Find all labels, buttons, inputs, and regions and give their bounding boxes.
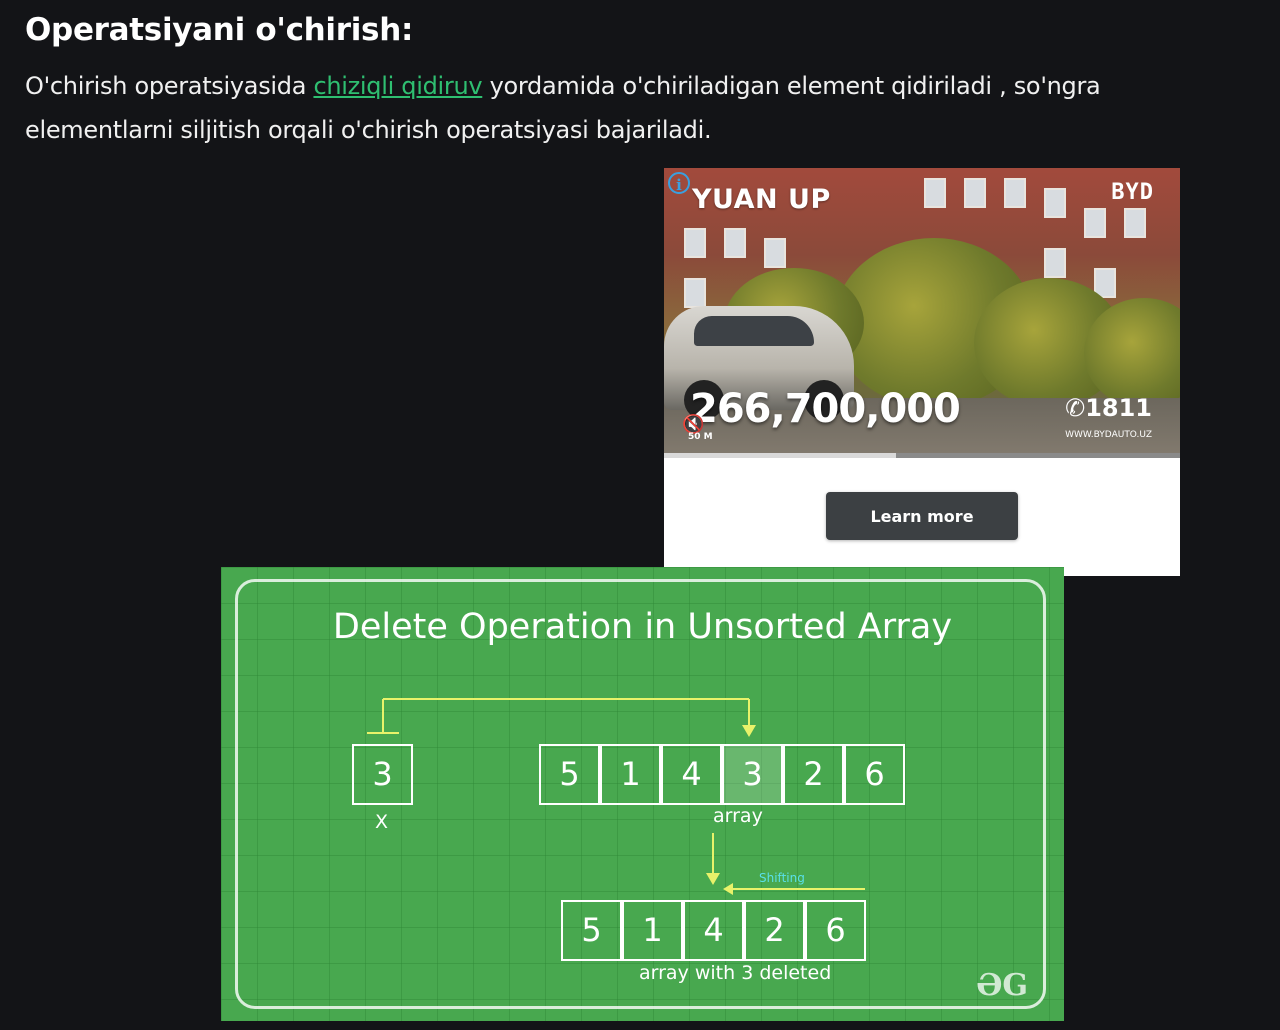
array-cell: 1 [600,744,661,805]
video-progress-bar[interactable] [664,453,1180,458]
building-window [1004,178,1026,208]
array-cell: 4 [661,744,722,805]
building-window [724,228,746,258]
result-cell: 6 [805,900,866,961]
brand-logo: BYD [1111,180,1154,205]
section-paragraph: O'chirish operatsiyasida chiziqli qidiru… [25,64,1225,152]
result-label: array with 3 deleted [639,962,832,984]
shift-arrowhead [723,883,733,895]
building-window [684,278,706,308]
building-window [684,228,706,258]
advertisement[interactable]: i YUAN UP BYD 266,700,000 ✆1811 WWW.BYDA… [664,168,1180,576]
building-window [1084,208,1106,238]
result-cell: 2 [744,900,805,961]
delete-operation-diagram: Delete Operation in Unsorted Array 3 X 5… [221,567,1064,1021]
linear-search-link[interactable]: chiziqli qidiruv [313,72,482,100]
page: Operatsiyani o'chirish: O'chirish operat… [0,0,1280,1030]
result-cell: 5 [561,900,622,961]
ad-video[interactable]: i YUAN UP BYD 266,700,000 ✆1811 WWW.BYDA… [664,168,1180,458]
gg-logo: ƏG [976,968,1028,1003]
building-window [1044,188,1066,218]
phone-icon: ✆ [1065,394,1086,422]
array-cell: 2 [783,744,844,805]
result-cell: 1 [622,900,683,961]
array-cell-highlighted: 3 [722,744,783,805]
result-cell: 4 [683,900,744,961]
building-window [1124,208,1146,238]
ad-title: YUAN UP [692,184,831,215]
ad-phone: ✆1811 [1065,394,1152,422]
info-icon[interactable]: i [668,172,690,194]
array-cell: 5 [539,744,600,805]
search-arrowhead [742,725,756,737]
video-progress-fill [664,453,897,458]
paragraph-text-before: O'chirish operatsiyasida [25,72,314,100]
result-arrowhead [706,873,720,885]
building-window [1044,248,1066,278]
section-heading: Operatsiyani o'chirish: [25,12,414,48]
building-window [924,178,946,208]
x-value-cell: 3 [352,744,413,805]
learn-more-button[interactable]: Learn more [826,492,1018,540]
building-window [764,238,786,268]
building-window [964,178,986,208]
shifting-label: Shifting [759,871,805,885]
phone-number: 1811 [1085,394,1152,422]
array-label: array [713,805,763,827]
ad-small-label: 50 M [688,432,713,442]
car-window [694,316,814,346]
ad-price: 266,700,000 [690,386,961,432]
array-cell: 6 [844,744,905,805]
ad-url: WWW.BYDAUTO.UZ [1065,430,1152,440]
x-label: X [375,811,389,833]
